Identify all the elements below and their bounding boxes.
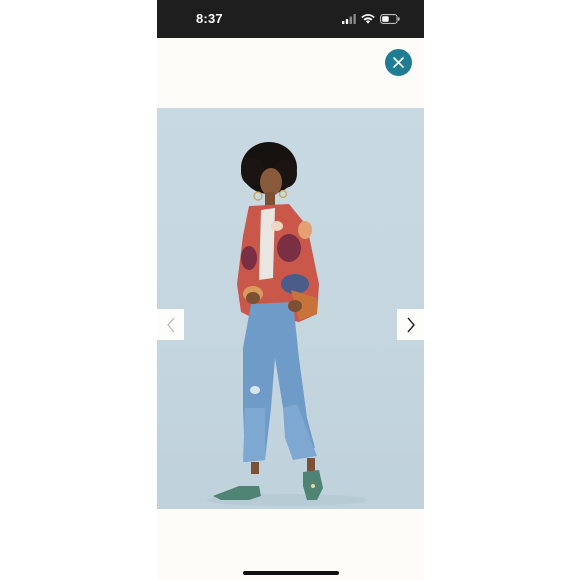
close-icon <box>393 57 404 68</box>
battery-icon <box>380 14 400 24</box>
signal-icon <box>342 14 356 24</box>
model-figure <box>207 142 367 506</box>
status-time: 8:37 <box>196 11 223 26</box>
status-icons <box>342 13 400 25</box>
product-image-viewer: 8:37 <box>157 0 424 580</box>
home-indicator[interactable] <box>243 571 339 575</box>
wifi-icon <box>361 14 375 24</box>
chevron-left-icon <box>166 317 174 332</box>
chevron-right-icon <box>406 317 415 332</box>
status-bar: 8:37 <box>157 0 424 38</box>
product-photo <box>157 108 424 509</box>
prev-image-button[interactable] <box>157 309 184 340</box>
next-image-button[interactable] <box>397 309 424 340</box>
close-button[interactable] <box>385 49 412 76</box>
